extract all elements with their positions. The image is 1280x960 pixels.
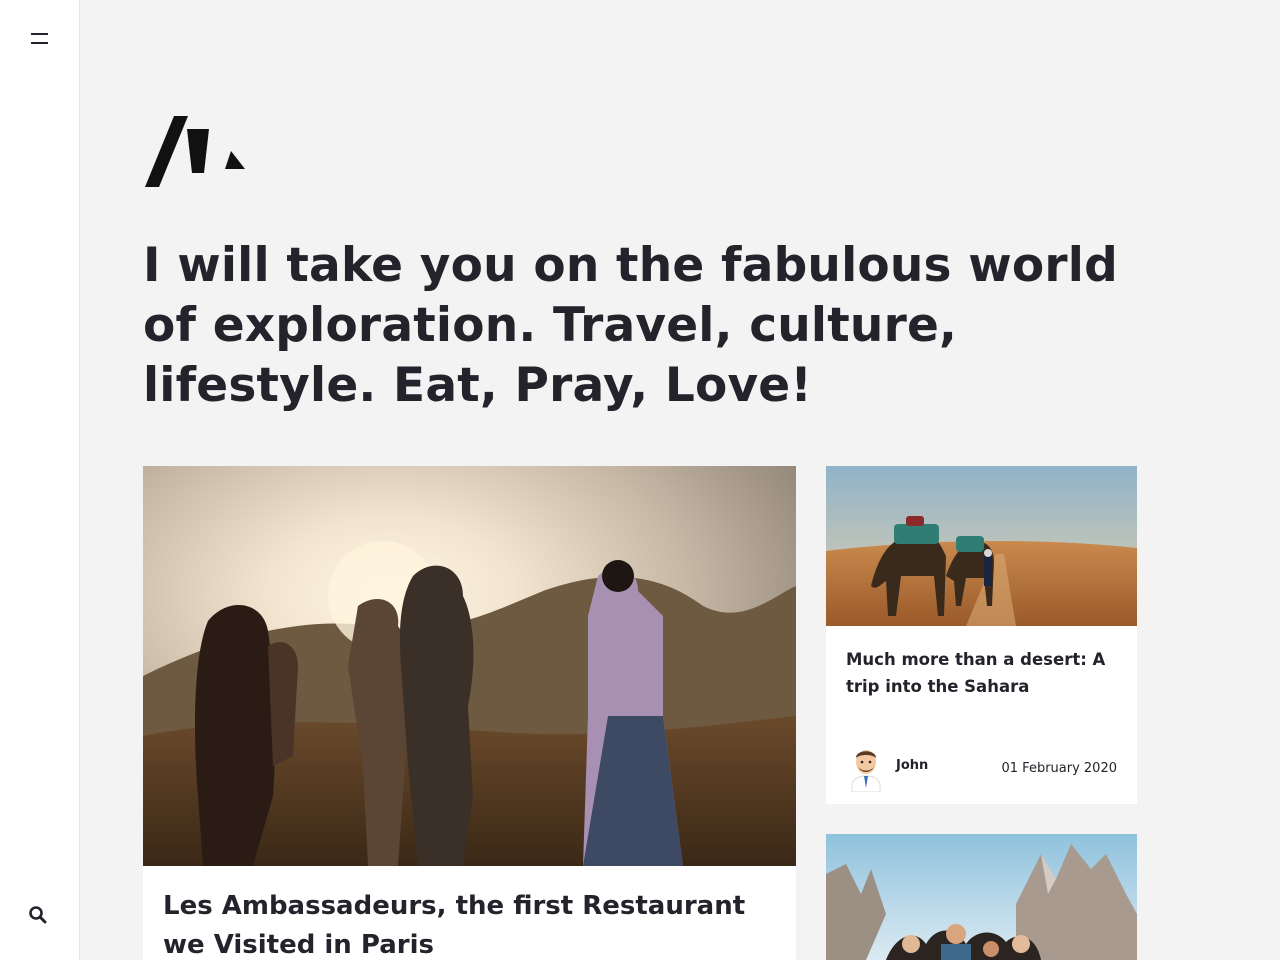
post-image[interactable] xyxy=(826,834,1137,960)
featured-post-card[interactable]: Les Ambassadeurs, the first Restaurant w… xyxy=(143,466,796,960)
post-card[interactable] xyxy=(826,834,1137,960)
post-date: 01 February 2020 xyxy=(1001,761,1118,776)
sidebar xyxy=(0,0,80,960)
post-title[interactable]: Much more than a desert: A trip into the… xyxy=(846,646,1116,700)
post-image[interactable] xyxy=(826,466,1137,626)
hamburger-menu-icon[interactable] xyxy=(28,30,52,50)
author-name[interactable]: John xyxy=(896,758,928,773)
brand-logo-icon[interactable] xyxy=(143,115,245,188)
featured-post-image[interactable] xyxy=(143,466,796,866)
post-card[interactable]: Much more than a desert: A trip into the… xyxy=(826,466,1137,804)
search-icon[interactable] xyxy=(28,905,48,925)
main-content: I will take you on the fabulous world of… xyxy=(80,0,1280,960)
featured-post-title[interactable]: Les Ambassadeurs, the first Restaurant w… xyxy=(163,887,763,960)
author-avatar[interactable] xyxy=(846,744,886,793)
hero-headline: I will take you on the fabulous world of… xyxy=(143,238,1118,413)
